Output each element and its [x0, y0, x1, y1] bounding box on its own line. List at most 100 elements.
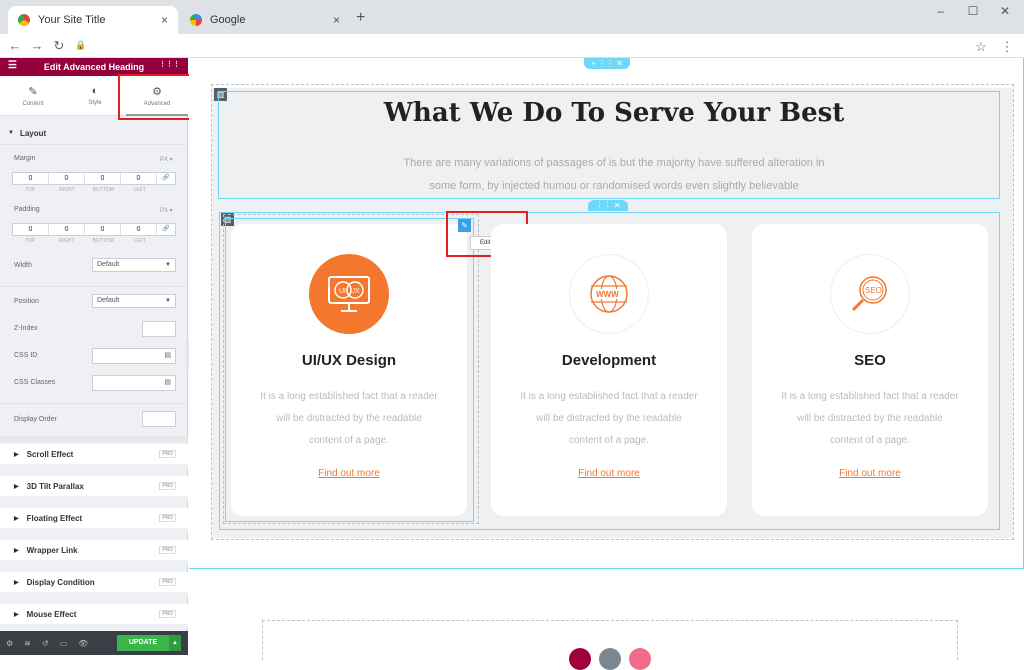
caret-right-icon: ▶ [14, 515, 19, 522]
tab-style[interactable]: ◐ Style [64, 76, 126, 116]
browser-menu-icon[interactable]: ⋮ [996, 39, 1018, 55]
link-icon[interactable]: 🔗 [157, 173, 175, 184]
divider [0, 144, 188, 145]
display-order-input[interactable] [142, 411, 176, 427]
caret-right-icon: ▶ [14, 611, 19, 618]
accordion-3d-tilt[interactable]: ▶ 3D Tilt Parallax PRO [0, 476, 188, 501]
info-box-seo[interactable]: SEO SEO It is a long established fact th… [752, 224, 988, 516]
tab-google[interactable]: Google × [180, 6, 350, 34]
back-icon[interactable]: ← [4, 38, 26, 53]
find-out-more-link[interactable]: Find out more [491, 468, 727, 479]
pro-badge: PRO [159, 578, 176, 586]
settings-icon[interactable]: ⚙ [6, 639, 13, 648]
find-out-more-link[interactable]: Find out more [752, 468, 988, 479]
layers-icon[interactable]: ≋ [24, 639, 31, 648]
dot-decoration [599, 648, 621, 670]
preview-eye-icon[interactable]: 👁 [78, 639, 88, 648]
pro-badge: PRO [159, 482, 176, 490]
window-close-button[interactable]: ✕ [990, 4, 1020, 18]
divider [0, 286, 188, 287]
cssid-label: CSS ID [14, 352, 38, 359]
margin-inputs[interactable]: 0 0 0 0 🔗 [12, 172, 176, 185]
pencil-icon: ✎ [28, 86, 38, 98]
info-box-uiux[interactable]: UI UX UI/UX Design It is a long establish… [231, 224, 467, 516]
list-icon[interactable]: ▤ [164, 351, 171, 359]
svg-text:UI: UI [339, 288, 346, 295]
address-bar: ← → ↻ 🔒 ☆ ⋮ [0, 34, 1024, 58]
divider [0, 436, 188, 442]
dot-decoration [569, 648, 591, 670]
card-title: UI/UX Design [301, 352, 397, 369]
contrast-icon: ◐ [91, 85, 99, 97]
browser-tab-bar: Your Site Title × Google × + – ☐ ✕ [0, 0, 1024, 34]
accordion-display-condition[interactable]: ▶ Display Condition PRO [0, 572, 188, 597]
padding-top[interactable]: 0 [13, 224, 49, 235]
new-tab-button[interactable]: + [356, 9, 365, 27]
zindex-input[interactable] [142, 321, 176, 337]
card-title: Development [561, 352, 657, 369]
bookmark-star-icon[interactable]: ☆ [970, 39, 992, 55]
maximize-button[interactable]: ☐ [958, 4, 988, 18]
position-select[interactable]: Default ▼ [92, 294, 176, 308]
update-options-chevron-icon[interactable]: ▲ [169, 635, 181, 651]
tab-your-site[interactable]: Your Site Title × [8, 6, 178, 34]
margin-unit[interactable]: PX ▾ [160, 156, 173, 163]
responsive-icon[interactable]: ▭ [60, 639, 68, 648]
sub-label: RIGHT [58, 238, 75, 244]
minimize-button[interactable]: – [926, 4, 956, 18]
tab-content[interactable]: ✎ Content [2, 76, 64, 116]
divider [0, 403, 188, 404]
seo-magnifier-icon: SEO [830, 254, 910, 334]
accordion-label: 3D Tilt Parallax [26, 481, 84, 491]
card-title: SEO [854, 352, 886, 369]
accordion-mouse-effect[interactable]: ▶ Mouse Effect PRO [0, 604, 188, 629]
section-handle[interactable]: + ⋮⋮ ✕ [584, 58, 630, 69]
svg-text:WWW: WWW [596, 290, 619, 299]
widgets-grid-icon[interactable]: ⋮⋮⋮ [159, 60, 180, 68]
close-tab-icon[interactable]: × [161, 13, 168, 27]
editor-panel: ☰ Edit Advanced Heading ⋮⋮⋮ ✎ Content ◐ … [0, 58, 196, 655]
width-select[interactable]: Default ▼ [92, 258, 176, 272]
info-box-development[interactable]: WWW Development It is a long established… [491, 224, 727, 516]
accordion-floating-effect[interactable]: ▶ Floating Effect PRO [0, 508, 188, 533]
hamburger-icon[interactable]: ☰ [8, 60, 17, 71]
update-button[interactable]: UPDATE [117, 635, 169, 651]
accordion-scroll-effect[interactable]: ▶ Scroll Effect PRO [0, 444, 188, 469]
forward-icon[interactable]: → [26, 38, 48, 53]
svg-text:UX: UX [350, 288, 360, 295]
cssclasses-input[interactable]: ▤ [92, 375, 176, 391]
sub-label: LEFT [133, 238, 146, 244]
margin-top[interactable]: 0 [13, 173, 49, 184]
margin-bottom[interactable]: 0 [85, 173, 121, 184]
padding-inputs[interactable]: 0 0 0 0 🔗 [12, 223, 176, 236]
padding-label: Padding [14, 206, 40, 213]
card-body: It is a long established fact that a rea… [260, 391, 438, 446]
chevron-down-icon: ▼ [165, 262, 171, 268]
link-icon[interactable]: 🔗 [157, 224, 175, 235]
sub-label: BOTTOM [92, 238, 114, 244]
accordion-wrapper-link[interactable]: ▶ Wrapper Link PRO [0, 540, 188, 565]
sub-label: RIGHT [58, 187, 75, 193]
tab-label: Content [22, 101, 44, 107]
www-globe-icon: WWW [569, 254, 649, 334]
close-tab-icon[interactable]: × [333, 13, 340, 27]
accordion-label: Mouse Effect [26, 609, 77, 619]
inner-section-handle[interactable]: ⋮⋮ ✕ [588, 200, 628, 211]
margin-right[interactable]: 0 [49, 173, 85, 184]
padding-left[interactable]: 0 [121, 224, 157, 235]
accordion-label: Display Condition [26, 577, 95, 587]
chevron-down-icon: ▼ [165, 298, 171, 304]
padding-unit[interactable]: PX ▾ [160, 207, 173, 214]
margin-left[interactable]: 0 [121, 173, 157, 184]
tab-title: Your Site Title [38, 14, 106, 26]
padding-bottom[interactable]: 0 [85, 224, 121, 235]
list-icon[interactable]: ▤ [164, 378, 171, 386]
history-icon[interactable]: ↺ [42, 639, 49, 648]
padding-right[interactable]: 0 [49, 224, 85, 235]
layout-section-header[interactable]: ▼ Layout [0, 124, 188, 142]
find-out-more-link[interactable]: Find out more [231, 468, 467, 479]
cssid-input[interactable]: ▤ [92, 348, 176, 364]
svg-text:SEO: SEO [865, 286, 882, 295]
cssclasses-label: CSS Classes [14, 379, 56, 386]
reload-icon[interactable]: ↻ [48, 38, 70, 54]
